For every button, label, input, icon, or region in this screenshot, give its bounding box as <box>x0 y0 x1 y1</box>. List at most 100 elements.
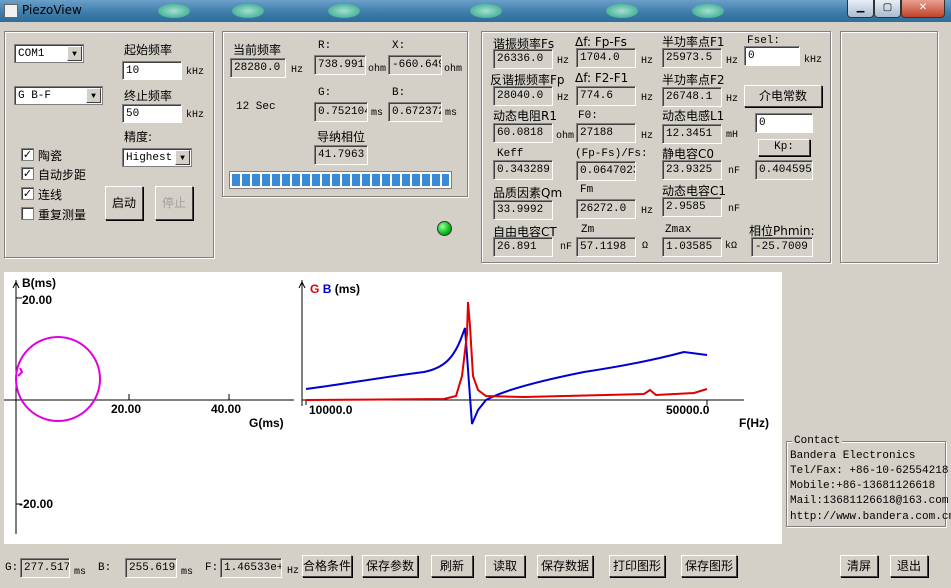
x-value: -660.649 <box>388 55 442 75</box>
app-icon <box>4 4 18 18</box>
repeat-measure-checkbox[interactable] <box>21 207 34 220</box>
contact-line: http://www.bandera.com.cn <box>790 511 951 523</box>
criteria-button[interactable]: 合格条件 <box>302 555 352 577</box>
stop-button[interactable]: 停止 <box>155 186 193 220</box>
repeat-measure-label: 重复测量 <box>38 208 87 222</box>
refresh-button[interactable]: 刷新 <box>431 555 473 577</box>
progress-block <box>342 174 350 186</box>
zmax-label: Zmax <box>665 224 692 236</box>
stop-freq-input[interactable]: 50 <box>122 104 182 123</box>
save-graph-button[interactable]: 保存图形 <box>681 555 737 577</box>
read-button[interactable]: 读取 <box>485 555 525 577</box>
cursor-b-value: 255.619 <box>125 558 177 578</box>
right-x-tick-2: 50000.0 <box>666 403 710 417</box>
maximize-button[interactable]: ▢ <box>874 0 901 18</box>
unit-label: Hz <box>287 566 300 577</box>
plot-area: B(ms) 20.00 -20.00 20.00 40.00 G(ms) G B… <box>4 272 782 544</box>
phase-value: 41.7963 <box>314 145 368 165</box>
left-y-label: B(ms) <box>22 276 57 290</box>
unit-label: Hz <box>557 56 570 67</box>
c0-value: 23.9325 <box>662 160 722 180</box>
f1-value: 25973.5 <box>662 48 722 68</box>
chevron-down-icon: ▼ <box>67 46 82 61</box>
progress-block <box>422 174 430 186</box>
kp-button[interactable]: Kp: <box>758 139 810 156</box>
g-label: G: <box>318 87 332 99</box>
unit-label: Hz <box>641 93 654 104</box>
unit-label: kHz <box>186 110 205 121</box>
zmax-value: 1.03585 <box>662 237 722 257</box>
auto-step-checkbox[interactable]: ✓ <box>21 167 34 180</box>
side-panel <box>840 31 938 263</box>
exit-button[interactable]: 退出 <box>890 555 928 577</box>
cursor-b-label: B: <box>98 562 112 574</box>
dielectric-value[interactable]: 0 <box>755 113 813 133</box>
unit-label: nF <box>560 242 573 253</box>
unit-label: ohm <box>556 131 575 142</box>
dielectric-button[interactable]: 介电常数 <box>744 85 822 107</box>
r-label: R: <box>318 40 332 52</box>
legend-unit: (ms) <box>334 282 361 296</box>
minimize-button[interactable]: ▁ <box>847 0 874 18</box>
b-legend: B <box>322 282 332 296</box>
connect-line-label: 连线 <box>38 188 63 202</box>
precision-select[interactable]: Highest ▼ <box>122 148 192 167</box>
chevron-down-icon: ▼ <box>86 88 101 103</box>
df2-value: 774.6 <box>576 86 636 106</box>
ratio-value: 0.0647023 <box>576 161 636 181</box>
kp-value: 0.404595 <box>755 160 813 180</box>
b-series-line <box>305 327 708 425</box>
status-led-icon <box>437 221 452 236</box>
contact-line: Mail:13681126618@163.com <box>790 495 949 507</box>
l1-value: 12.3451 <box>662 124 722 144</box>
unit-label: ms <box>74 567 87 578</box>
r1-label: 动态电阻R1 <box>493 109 557 123</box>
left-x-label: G(ms) <box>249 416 284 430</box>
print-graph-button[interactable]: 打印图形 <box>609 555 665 577</box>
b-value: 0.672372 <box>388 102 442 122</box>
fsel-input[interactable]: 0 <box>744 46 800 66</box>
decor-blob <box>606 4 638 18</box>
decor-blob <box>232 4 264 18</box>
close-button[interactable]: ✕ <box>901 0 945 18</box>
unit-label: nF <box>728 166 741 177</box>
decor-blob <box>328 4 360 18</box>
c1-value: 2.9585 <box>662 197 722 217</box>
clear-screen-button[interactable]: 清屏 <box>840 555 878 577</box>
right-x-tick-1: 10000.0 <box>309 403 353 417</box>
zm-value: 57.1198 <box>576 237 636 257</box>
current-freq-label: 当前频率 <box>233 43 282 57</box>
df2-label: Δf: F2-F1 <box>575 71 629 85</box>
start-freq-input[interactable]: 10 <box>122 61 182 80</box>
connect-line-checkbox[interactable]: ✓ <box>21 187 34 200</box>
start-button[interactable]: 启动 <box>105 186 143 220</box>
g-legend: G <box>310 282 320 296</box>
progress-fill <box>232 174 449 186</box>
save-data-button[interactable]: 保存数据 <box>537 555 593 577</box>
progress-block <box>242 174 250 186</box>
progress-block <box>262 174 270 186</box>
fm-label: Fm <box>580 184 594 196</box>
progress-block <box>332 174 340 186</box>
contact-line: Tel/Fax: +86-10-62554218 <box>790 465 949 477</box>
left-y-tick-bottom: -20.00 <box>19 497 54 511</box>
unit-label: ms <box>371 108 384 119</box>
cursor-f-value: 1.46533e+06 <box>220 558 282 578</box>
left-x-tick-1: 20.00 <box>111 402 142 416</box>
title-bar[interactable]: PiezoView ▁ ▢ ✕ <box>0 0 951 22</box>
progress-block <box>252 174 260 186</box>
fp-value: 28040.0 <box>493 86 553 106</box>
phase-label: 导纳相位 <box>317 130 366 144</box>
mode-select[interactable]: G B-F ▼ <box>14 86 103 105</box>
df-value: 1704.0 <box>576 48 636 68</box>
left-x-tick-2: 40.00 <box>211 402 242 416</box>
port-select[interactable]: COM1 ▼ <box>14 44 84 63</box>
progress-block <box>272 174 280 186</box>
zm-label: Zm <box>581 224 595 236</box>
save-params-button[interactable]: 保存参数 <box>362 555 418 577</box>
ceramic-checkbox[interactable]: ✓ <box>21 148 34 161</box>
unit-label: kHz <box>804 55 823 66</box>
cursor-f-label: F: <box>205 562 219 574</box>
contact-title: Contact <box>792 435 843 447</box>
admittance-circle <box>15 336 101 422</box>
